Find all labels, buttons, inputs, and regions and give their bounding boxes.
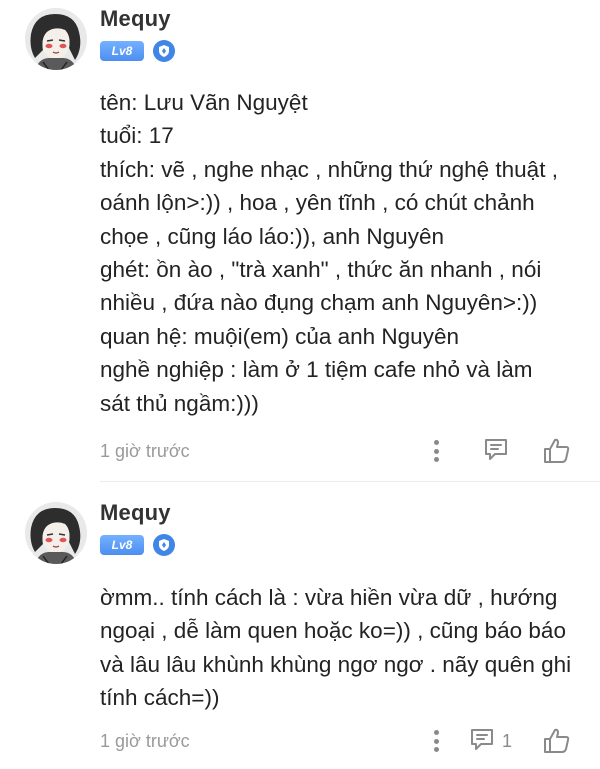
timestamp: 1 giờ trước [100, 441, 190, 461]
comment-item: Mequy Lv8 ờmm.. tính cách là : vừa hiền … [0, 482, 600, 769]
thumbs-up-icon [542, 438, 572, 470]
comment-footer: 1 giờ trước 1 [100, 726, 572, 756]
thumbs-up-icon [542, 728, 572, 760]
more-vertical-icon[interactable] [426, 728, 446, 754]
comment-item: Mequy Lv8 tên: Lưu Vãn Nguyệt tuổi: 17 t… [0, 0, 600, 482]
comment-line: thích: vẽ , nghe nhạc , những thứ nghệ t… [100, 156, 558, 182]
user-badges: Lv8 [100, 40, 175, 62]
comment-line: nghề nghiệp : làm ở 1 tiệm cafe nhỏ và l… [100, 357, 533, 383]
comment-line: và lâu lâu khùnh khùng ngơ ngơ . nãy quê… [100, 651, 572, 677]
comment-footer: 1 giờ trước [100, 436, 572, 466]
reply-count: 1 [502, 730, 513, 751]
comment-line: ghét: ồn ào , "trà xanh" , thức ăn nhanh… [100, 257, 542, 283]
like-button[interactable] [542, 726, 572, 756]
shield-icon [153, 40, 175, 62]
comment-text: ờmm.. tính cách là : vừa hiền vừa dữ , h… [100, 581, 572, 715]
comment-line: quan hệ: muội(em) của anh Nguyên [100, 323, 459, 349]
comment-line: oánh lộn>:)) , hoa , yên tĩnh , có chút … [100, 190, 535, 216]
comment-reply-icon [468, 725, 496, 758]
comment-line: ờmm.. tính cách là : vừa hiền vừa dữ , h… [100, 585, 558, 610]
username[interactable]: Mequy [100, 500, 171, 526]
like-button[interactable] [542, 436, 572, 466]
comment-line: chọe , cũng láo láo:)), anh Nguyên [100, 223, 444, 249]
comment-text: tên: Lưu Vãn Nguyệt tuổi: 17 thích: vẽ ,… [100, 86, 570, 420]
more-vertical-icon[interactable] [426, 438, 446, 464]
avatar[interactable] [25, 8, 87, 70]
username[interactable]: Mequy [100, 6, 171, 32]
comment-line: nhiều , đứa nào đụng chạm anh Nguyên>:)) [100, 290, 538, 316]
avatar[interactable] [25, 502, 87, 564]
comment-line: sát thủ ngầm:))) [100, 390, 259, 416]
comment-line: tên: Lưu Vãn Nguyệt [100, 90, 308, 115]
comment-line: tuổi: 17 [100, 123, 174, 149]
comment-reply-icon [482, 435, 510, 468]
reply-button[interactable]: 1 [468, 726, 512, 756]
user-badges: Lv8 [100, 534, 175, 556]
level-badge: Lv8 [100, 535, 144, 555]
comment-line: tính cách=)) [100, 685, 220, 711]
comment-line: ngoại , dễ làm quen hoặc ko=)) , cũng bá… [100, 618, 566, 644]
shield-icon [153, 534, 175, 556]
reply-button[interactable] [482, 436, 510, 466]
timestamp: 1 giờ trước [100, 731, 190, 751]
level-badge: Lv8 [100, 41, 144, 61]
